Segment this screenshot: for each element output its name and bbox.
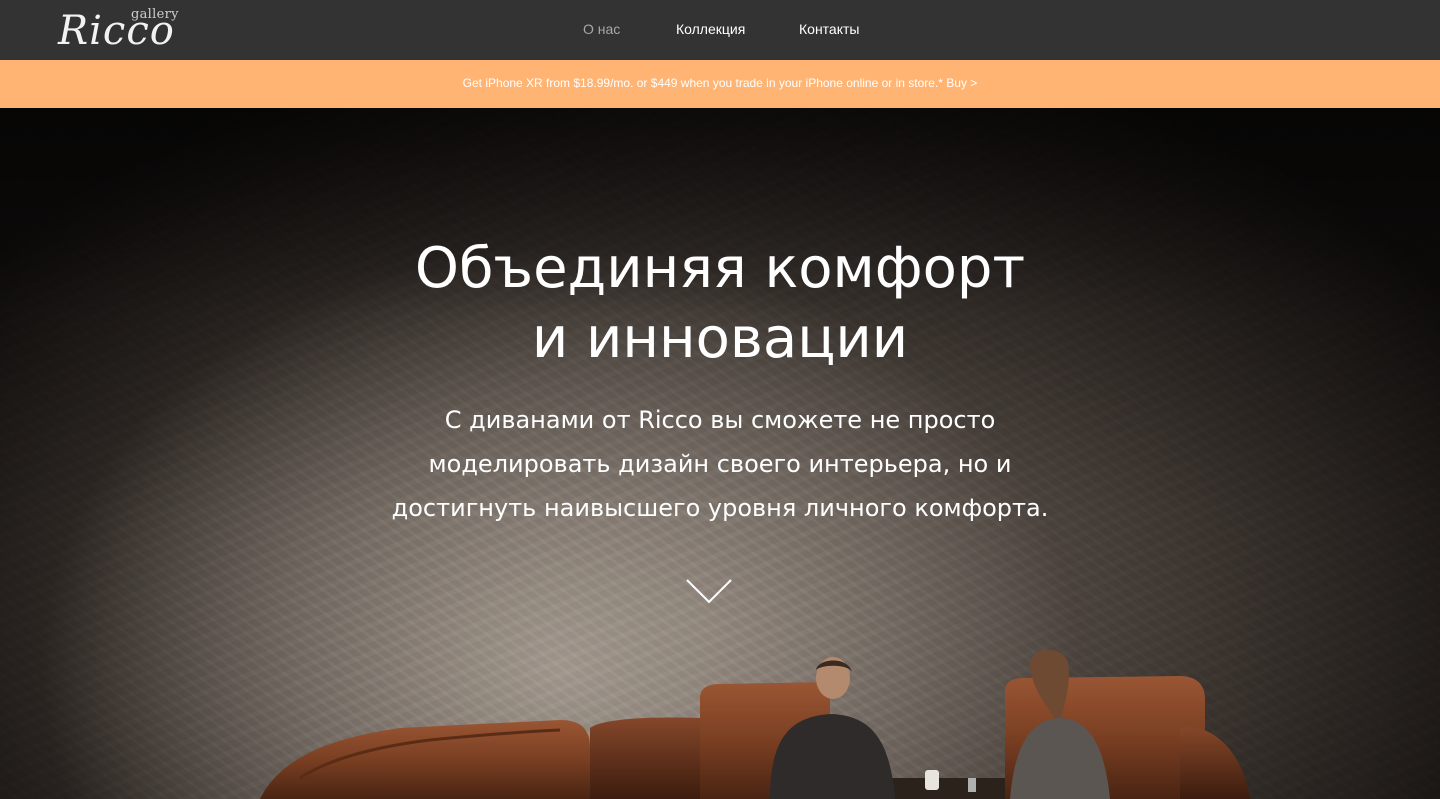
nav-item-about[interactable]: О нас bbox=[583, 19, 620, 39]
sofa-photo bbox=[260, 649, 1250, 799]
main-nav: О нас Коллекция Контакты bbox=[0, 0, 1440, 60]
hero-title-line-1: Объединяя комфорт bbox=[414, 236, 1026, 301]
nav-item-contacts[interactable]: Контакты bbox=[799, 19, 859, 39]
nav-item-collection[interactable]: Коллекция bbox=[676, 19, 745, 39]
hero-title: Объединяя комфорт и инновации bbox=[0, 234, 1440, 374]
hero-title-line-2: и инновации bbox=[531, 306, 909, 371]
top-navigation-bar: gallery Ricco О нас Коллекция Контакты bbox=[0, 0, 1440, 60]
chevron-down-icon[interactable] bbox=[686, 578, 732, 606]
promo-banner-text: Get iPhone XR from $18.99/mo. or $449 wh… bbox=[462, 76, 978, 90]
promo-banner[interactable]: Get iPhone XR from $18.99/mo. or $449 wh… bbox=[0, 60, 1440, 108]
hero-subtitle: С диванами от Ricco вы сможете не просто… bbox=[391, 406, 1049, 522]
hero-section: Объединяя комфорт и инновации С диванами… bbox=[0, 108, 1440, 799]
